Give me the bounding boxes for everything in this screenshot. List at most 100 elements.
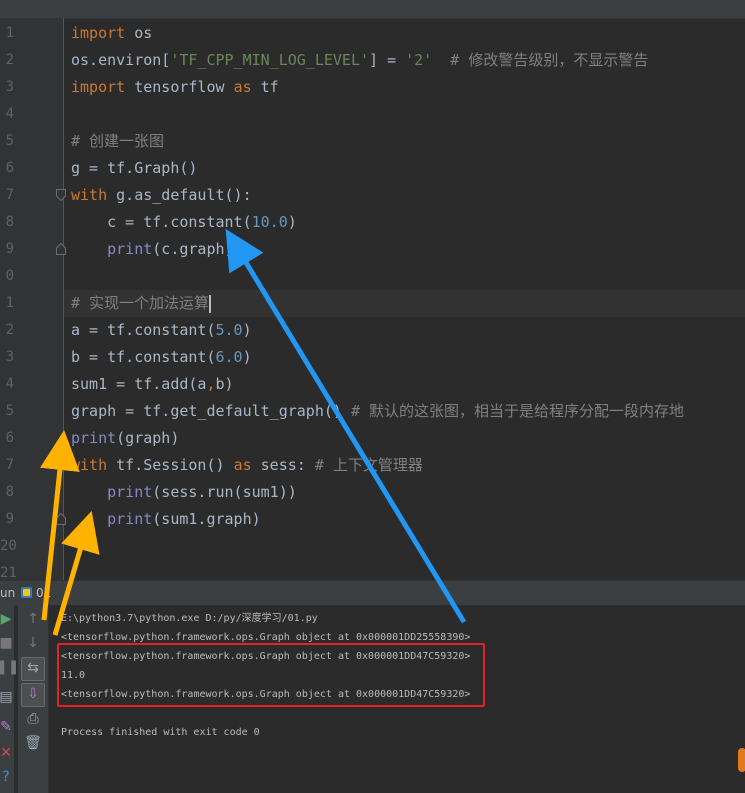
code-token: sum1 = tf.add(a (71, 375, 207, 393)
code-token: with (71, 456, 108, 474)
code-token: (sess.run(sum1)) (152, 483, 297, 501)
layout-icon[interactable]: ▤ (0, 687, 16, 707)
console-line: 11.0 (61, 670, 86, 681)
code-line[interactable]: sum1 = tf.add(a,b) (64, 371, 234, 398)
code-token: 'TF_CPP_MIN_LOG_LEVEL' (170, 51, 370, 69)
code-token: ) (242, 348, 252, 366)
rerun-icon[interactable]: ▶ (0, 609, 16, 629)
code-token: import (71, 78, 126, 96)
code-token: tf.Session() (107, 456, 234, 474)
line-number: 5 (5, 403, 14, 419)
code-token: '2' (405, 51, 433, 69)
line-number-gutter: 1 2 3 4 5 6 7 8 9 0 1 2 3 4 5 6 7 8 9 20 21 (0, 18, 66, 581)
code-line[interactable]: with tf.Session() as sess: # 上下文管理器 (64, 452, 423, 479)
code-line[interactable]: print(graph) (64, 425, 179, 452)
code-token: b) (215, 375, 234, 393)
code-token: # 上下文管理器 (314, 456, 423, 474)
code-line[interactable]: g = tf.Graph() (64, 155, 197, 182)
code-token: g.as_default(): (107, 186, 252, 204)
code-token: os (125, 24, 153, 42)
code-line[interactable]: graph = tf.get_default_graph() # 默认的这张图，… (64, 398, 684, 425)
code-token: c = tf.constant( (71, 213, 252, 231)
code-line[interactable] (64, 560, 71, 580)
print-icon[interactable]: ⎙ (23, 709, 43, 729)
trash-icon[interactable]: 🗑 (23, 733, 43, 753)
code-line[interactable]: print(sum1.graph) (64, 506, 261, 533)
code-line[interactable]: c = tf.constant(10.0) (64, 209, 297, 236)
console-line: <tensorflow.python.framework.ops.Graph o… (61, 689, 471, 700)
help-icon[interactable]: ? (0, 767, 16, 787)
line-number: 8 (5, 214, 14, 230)
notification-indicator (738, 748, 745, 772)
line-number: 4 (5, 376, 14, 392)
stop-icon[interactable]: ■ (0, 633, 16, 653)
code-token: print (107, 510, 153, 528)
run-toolbar-primary: ▶ ■ ❚❚ ▤ ✎ ✕ ? (0, 605, 19, 793)
code-token: with (71, 186, 108, 204)
text-caret (209, 294, 212, 313)
code-token: ) (287, 213, 297, 231)
code-token: os.environ[ (71, 51, 171, 69)
code-token: # 默认的这张图，相当于是给程序分配一段内存地 (350, 402, 685, 420)
scroll-to-end-icon[interactable]: ⇩ (21, 683, 45, 707)
line-number: 7 (5, 187, 14, 203)
code-line[interactable]: # 创建一张图 (64, 128, 164, 155)
pause-icon[interactable]: ❚❚ (0, 657, 19, 677)
code-line[interactable] (64, 101, 71, 128)
code-token: ) (242, 321, 252, 339)
line-number: 5 (5, 133, 14, 149)
soft-wrap-icon[interactable]: ⇆ (21, 657, 45, 681)
code-line[interactable]: import tensorflow as tf (64, 74, 279, 101)
code-token: (graph) (116, 429, 180, 447)
code-token: import (71, 24, 126, 42)
code-token: graph = tf.get_default_graph() (71, 402, 351, 420)
code-line[interactable]: b = tf.constant(6.0) (64, 344, 252, 371)
code-line[interactable]: import os (64, 20, 152, 47)
code-token: print (107, 483, 153, 501)
line-number: 4 (5, 106, 14, 122)
code-token: 10.0 (251, 213, 288, 231)
code-token: # 修改警告级别，不显示警告 (432, 51, 649, 69)
console-line: E:\python3.7\python.exe D:/py/深度学习/01.py (61, 613, 318, 624)
console-line: Process finished with exit code 0 (61, 727, 260, 738)
line-number: 2 (5, 52, 14, 68)
arrow-down-icon[interactable]: ↓ (23, 633, 43, 653)
code-line[interactable]: print(c.graph) (64, 236, 234, 263)
code-line[interactable]: os.environ['TF_CPP_MIN_LOG_LEVEL'] = '2'… (64, 47, 648, 74)
code-token: g = tf.Graph() (71, 159, 198, 177)
run-config-tab[interactable]: 01 (36, 586, 51, 600)
code-token: b = tf.constant( (71, 348, 216, 366)
code-line[interactable] (64, 263, 71, 290)
line-number: 9 (5, 241, 14, 257)
close-icon[interactable]: ✕ (0, 743, 16, 763)
code-token: (sum1.graph) (152, 510, 261, 528)
line-number: 0 (5, 268, 14, 284)
line-number: 6 (5, 430, 14, 446)
code-token: print (71, 429, 117, 447)
code-token: , (206, 375, 216, 393)
code-token: print (107, 240, 153, 258)
line-number: 8 (5, 484, 14, 500)
code-editor[interactable]: import os os.environ['TF_CPP_MIN_LOG_LEVE… (64, 18, 745, 580)
run-toolbar-secondary: ↑ ↓ ⇆ ⇩ ⎙ 🗑 (18, 605, 49, 793)
code-line[interactable] (64, 533, 71, 560)
pin-icon[interactable]: ✎ (0, 717, 16, 737)
code-token: (c.graph) (152, 240, 234, 258)
run-label[interactable]: un (0, 586, 15, 600)
run-console-output[interactable]: E:\python3.7\python.exe D:/py/深度学习/01.py… (49, 605, 745, 793)
editor-tab-bar (0, 0, 745, 19)
code-token: 5.0 (215, 321, 243, 339)
arrow-up-icon[interactable]: ↑ (23, 609, 43, 629)
run-tool-window-header: un 01 (0, 580, 745, 606)
line-number: 3 (5, 79, 14, 95)
code-line[interactable]: print(sess.run(sum1)) (64, 479, 297, 506)
line-number: 20 (0, 538, 17, 554)
line-number: 1 (5, 295, 14, 311)
code-line[interactable]: with g.as_default(): (64, 182, 252, 209)
line-number: 7 (5, 457, 14, 473)
code-line[interactable]: # 实现一个加法运算 (64, 290, 745, 317)
line-number: 9 (5, 511, 14, 527)
code-line[interactable]: a = tf.constant(5.0) (64, 317, 252, 344)
